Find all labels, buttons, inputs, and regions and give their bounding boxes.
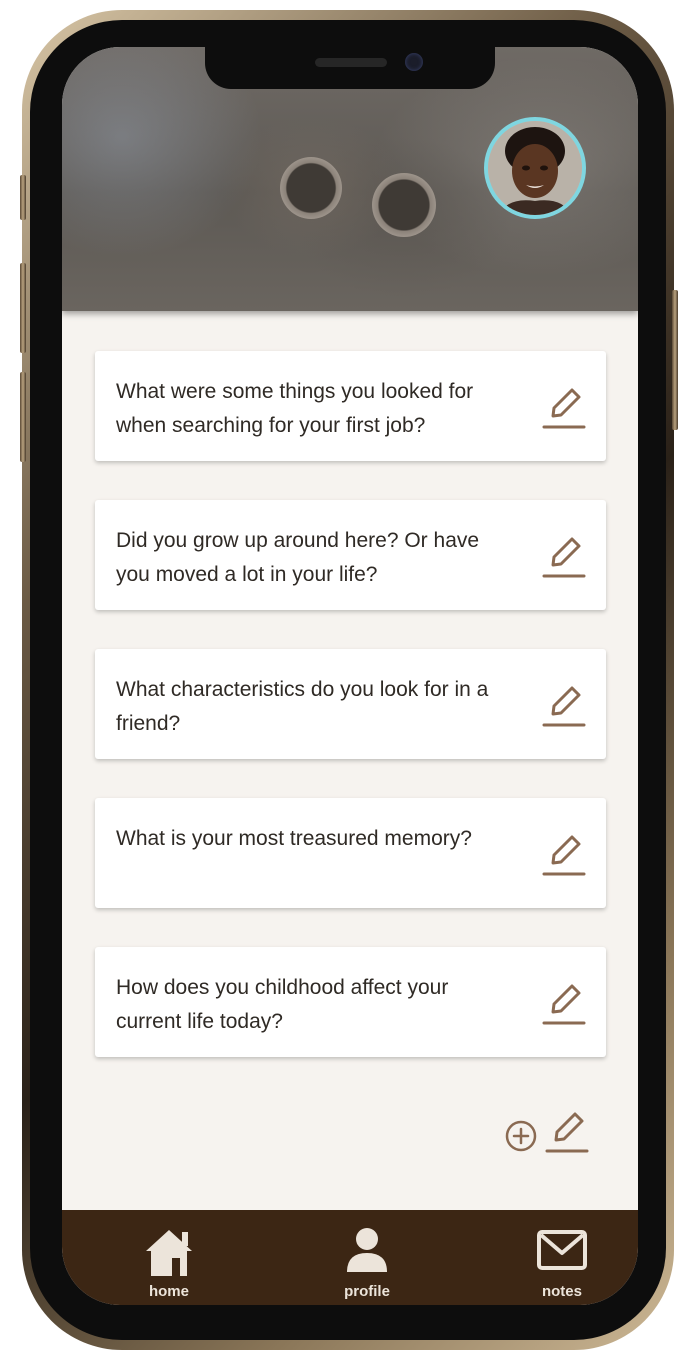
nav-profile[interactable]: profile — [317, 1226, 417, 1300]
pencil-edit-icon — [545, 1112, 589, 1153]
mute-switch — [20, 175, 26, 220]
volume-down-button — [20, 372, 26, 462]
nav-profile-label: profile — [344, 1283, 390, 1300]
app-screen: What were some things you looked for whe… — [62, 47, 638, 1305]
question-card[interactable]: What is your most treasured memory? — [95, 798, 606, 908]
edit-question-button[interactable] — [541, 830, 587, 878]
new-question-actions — [504, 1107, 594, 1155]
question-list: What were some things you looked for whe… — [95, 351, 606, 1096]
add-question-button[interactable] — [504, 1119, 538, 1153]
coffee-cup-image — [280, 157, 342, 219]
question-text: How does you childhood affect your curre… — [116, 976, 449, 1033]
question-card[interactable]: What characteristics do you look for in … — [95, 649, 606, 759]
nav-home-label: home — [148, 1283, 189, 1300]
question-text: What is your most treasured memory? — [116, 827, 472, 850]
bottom-navigation: home profile notes — [62, 1210, 638, 1305]
edit-question-button[interactable] — [541, 681, 587, 729]
phone-notch — [205, 47, 495, 89]
pencil-edit-icon — [542, 686, 586, 727]
profile-avatar[interactable] — [484, 117, 586, 219]
edit-question-button[interactable] — [541, 383, 587, 431]
person-icon — [347, 1228, 387, 1272]
coffee-cup-image — [372, 173, 436, 237]
question-card[interactable]: Did you grow up around here? Or have you… — [95, 500, 606, 610]
nav-notes[interactable]: notes — [512, 1226, 612, 1300]
avatar-portrait-icon — [488, 121, 582, 215]
compose-question-button[interactable] — [544, 1107, 590, 1155]
nav-notes-label: notes — [541, 1283, 582, 1300]
envelope-icon — [537, 1230, 587, 1270]
pencil-edit-icon — [542, 388, 586, 429]
question-card[interactable]: How does you childhood affect your curre… — [95, 947, 606, 1057]
speaker-grille — [315, 58, 387, 67]
pencil-edit-icon — [542, 537, 586, 578]
pencil-edit-icon — [542, 835, 586, 876]
power-button — [672, 290, 678, 430]
volume-up-button — [20, 263, 26, 353]
house-icon — [146, 1230, 192, 1276]
front-camera — [405, 53, 423, 71]
pencil-edit-icon — [542, 984, 586, 1025]
edit-question-button[interactable] — [541, 979, 587, 1027]
edit-question-button[interactable] — [541, 532, 587, 580]
question-text: What were some things you looked for whe… — [116, 380, 474, 437]
nav-home[interactable]: home — [119, 1226, 219, 1300]
question-text: Did you grow up around here? Or have you… — [116, 529, 480, 586]
question-text: What characteristics do you look for in … — [116, 678, 489, 735]
plus-circle-icon — [505, 1120, 537, 1152]
question-card[interactable]: What were some things you looked for whe… — [95, 351, 606, 461]
